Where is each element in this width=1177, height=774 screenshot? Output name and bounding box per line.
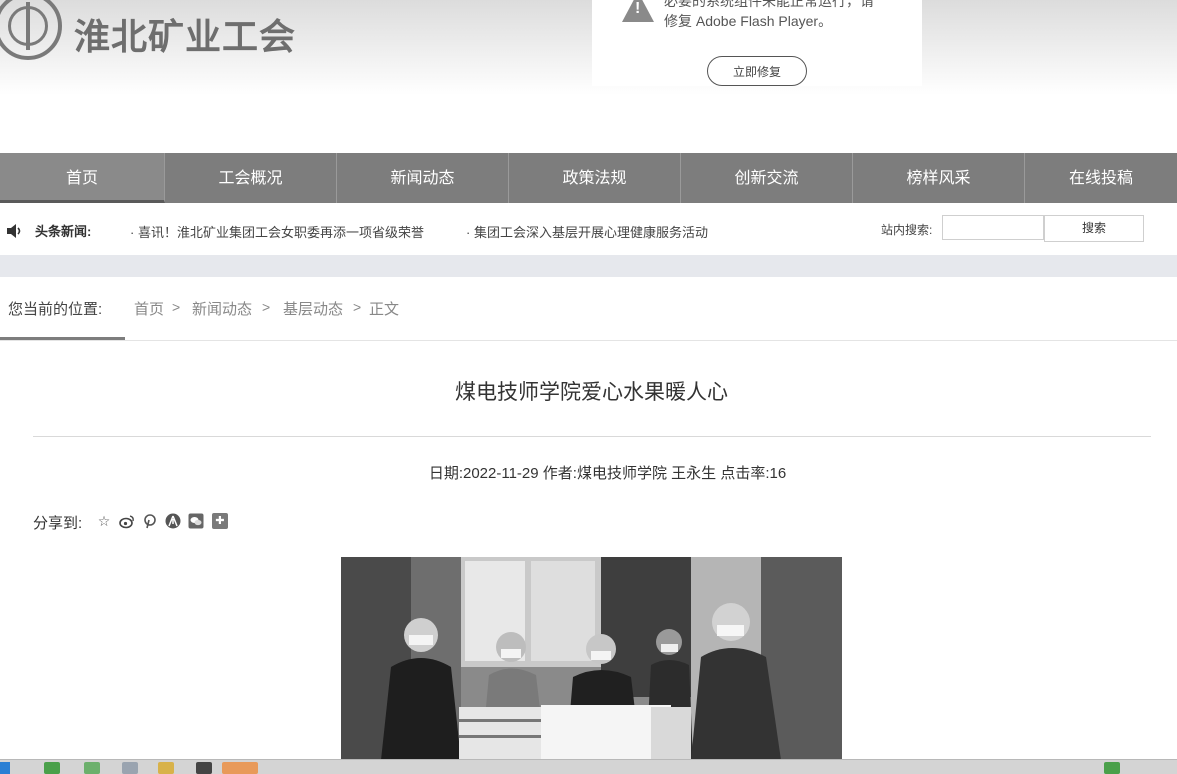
union-logo-icon[interactable]: [0, 0, 62, 60]
headline-news-link[interactable]: · 喜讯！淮北矿业集团工会女职委再添一项省级荣誉: [130, 222, 424, 241]
site-search-label: 站内搜索:: [881, 223, 933, 237]
article-meta: 日期:2022-11-29 作者:煤电技师学院 王永生 点击率:16: [0, 462, 1177, 483]
article-author: 煤电技师学院 王永生: [576, 465, 717, 482]
folder-icon[interactable]: [158, 762, 174, 774]
nav-item-policy[interactable]: 政策法规: [509, 153, 681, 203]
wechat-icon[interactable]: [188, 513, 204, 529]
warning-icon: !: [622, 0, 654, 22]
site-header: 淮北矿业工会 ! 必要的系统组件未能正常运行，请 修复 Adobe Flash …: [0, 0, 1177, 152]
more-plus-icon[interactable]: ✚: [212, 513, 228, 529]
nav-item-news[interactable]: 新闻动态: [337, 153, 509, 203]
app-icon[interactable]: [122, 762, 138, 774]
nav-item-union-overview[interactable]: 工会概况: [165, 153, 337, 203]
app-icon[interactable]: [222, 762, 258, 774]
date-label: 日期:: [428, 465, 463, 482]
nav-item-submit[interactable]: 在线投稿: [1025, 153, 1177, 203]
pinterest-icon[interactable]: [142, 513, 158, 529]
nav-item-innovation[interactable]: 创新交流: [681, 153, 853, 203]
app-icon[interactable]: [44, 762, 60, 774]
share-label: 分享到:: [33, 515, 83, 532]
article-date: 2022-11-29: [463, 465, 539, 482]
breadcrumb-home[interactable]: 首页: [134, 298, 164, 319]
author-label: 作者:: [542, 465, 577, 482]
flash-player-notice: ! 必要的系统组件未能正常运行，请 修复 Adobe Flash Player。…: [592, 0, 922, 86]
title-divider: [33, 436, 1151, 437]
search-button[interactable]: 搜索: [1044, 215, 1144, 242]
breadcrumb-separator: >: [172, 299, 181, 315]
tray-icon[interactable]: [1104, 762, 1120, 774]
breadcrumb-news[interactable]: 新闻动态: [192, 298, 252, 319]
clicks-label: 点击率:: [720, 465, 770, 482]
nav-item-role-models[interactable]: 榜样风采: [853, 153, 1025, 203]
renren-icon[interactable]: [165, 513, 181, 529]
speaker-icon: [7, 224, 21, 238]
flash-notice-line2: 修复 Adobe Flash Player。: [664, 13, 833, 29]
site-search-input[interactable]: [942, 215, 1044, 240]
headline-label: 头条新闻:: [35, 224, 92, 239]
headline-bar: 头条新闻: · 喜讯！淮北矿业集团工会女职委再添一项省级荣誉 · 集团工会深入基…: [0, 203, 1177, 255]
breadcrumb: 您当前的位置: 首页 > 新闻动态 > 基层动态 > 正文: [0, 277, 1177, 341]
favorite-star-icon[interactable]: ☆: [96, 513, 112, 529]
breadcrumb-current: 正文: [369, 301, 400, 318]
browser-icon[interactable]: [84, 762, 100, 774]
article-clicks: 16: [769, 465, 787, 482]
breadcrumb-separator: >: [262, 299, 271, 315]
weibo-icon[interactable]: [119, 513, 135, 529]
breadcrumb-grassroots[interactable]: 基层动态: [283, 298, 343, 319]
flash-notice-line1: 必要的系统组件未能正常运行，请: [664, 0, 874, 9]
nav-item-home[interactable]: 首页: [0, 153, 165, 203]
headline-news-link[interactable]: · 集团工会深入基层开展心理健康服务活动: [466, 222, 708, 241]
article-title: 煤电技师学院爱心水果暖人心: [455, 381, 728, 404]
main-nav: 首页 工会概况 新闻动态 政策法规 创新交流 榜样风采 在线投稿: [0, 153, 1177, 203]
breadcrumb-underline: [0, 337, 125, 340]
app-icon[interactable]: [196, 762, 212, 774]
breadcrumb-label: 您当前的位置:: [8, 301, 103, 318]
divider-band: [0, 255, 1177, 277]
os-taskbar: [0, 759, 1177, 774]
article-photo: [341, 557, 842, 760]
breadcrumb-separator: >: [353, 299, 362, 315]
start-icon[interactable]: [0, 762, 10, 774]
site-name[interactable]: 淮北矿业工会: [74, 8, 296, 60]
fix-flash-button[interactable]: 立即修复: [707, 56, 807, 86]
